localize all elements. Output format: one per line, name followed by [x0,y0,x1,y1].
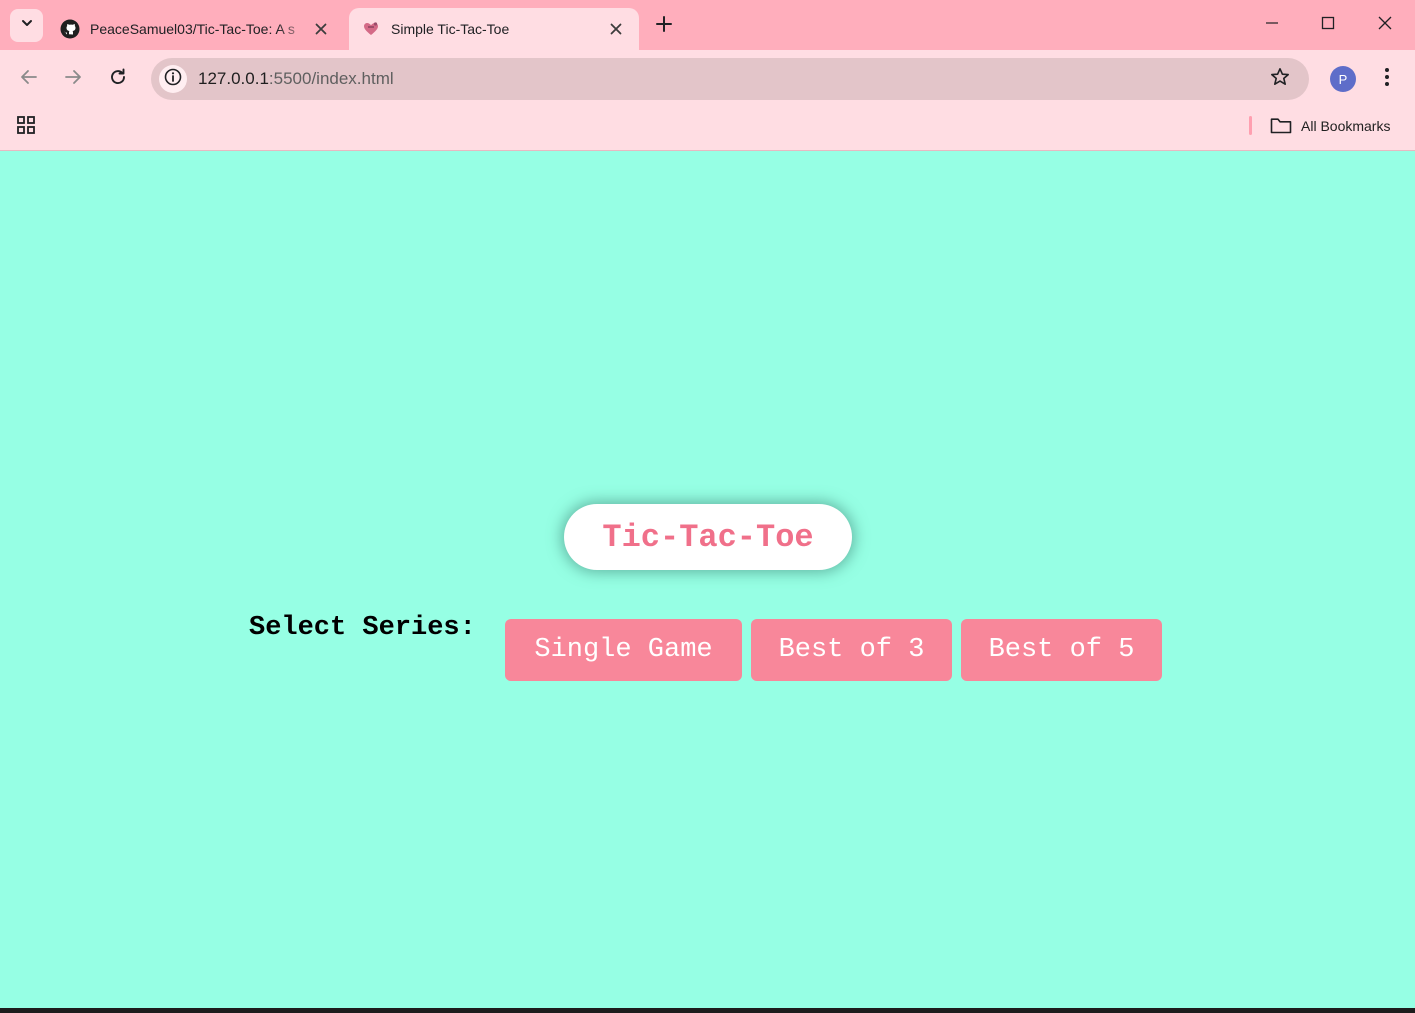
best-of-3-button[interactable]: Best of 3 [751,619,952,681]
chevron-down-icon [20,16,34,35]
maximize-icon [1321,16,1335,35]
best-of-5-button[interactable]: Best of 5 [961,619,1162,681]
star-icon [1270,67,1290,92]
url-path: :5500/index.html [268,69,394,88]
address-bar[interactable]: 127.0.0.1:5500/index.html [151,58,1309,100]
close-tab-icon[interactable] [310,18,332,40]
maximize-button[interactable] [1313,10,1343,40]
apps-grid-icon [16,115,36,140]
more-vertical-icon [1384,67,1390,92]
page-viewport: Tic-Tac-Toe Select Series: Single Game B… [0,151,1415,1010]
all-bookmarks-button[interactable]: All Bookmarks [1270,114,1390,138]
arrow-left-icon [20,68,38,91]
close-window-button[interactable] [1370,10,1400,40]
tab-simple-tic-tac-toe[interactable]: Simple Tic-Tac-Toe [349,8,639,50]
browser-menu-button[interactable] [1375,64,1399,94]
plus-icon [656,13,672,37]
profile-avatar[interactable]: P [1330,66,1356,92]
tab-strip: PeaceSamuel03/Tic-Tac-Toe: A s Simple Ti… [0,0,1415,50]
close-tab-icon[interactable] [605,18,627,40]
url-host: 127.0.0.1 [198,69,269,88]
forward-button[interactable] [58,64,88,94]
window-bottom-edge [0,1008,1415,1013]
series-label: Select Series: [249,613,476,643]
all-bookmarks-label: All Bookmarks [1301,118,1391,134]
site-info-button[interactable] [159,65,187,93]
arrow-right-icon [64,68,82,91]
minimize-icon [1265,16,1279,35]
close-icon [1378,16,1392,35]
reload-button[interactable] [103,64,133,94]
url-text: 127.0.0.1:5500/index.html [198,69,394,89]
info-icon [164,68,182,91]
github-icon [60,19,80,39]
new-tab-button[interactable] [652,13,676,37]
tab-title: Simple Tic-Tac-Toe [391,21,510,37]
single-game-button[interactable]: Single Game [505,619,742,681]
bookmarks-bar: All Bookmarks [0,108,1415,151]
page-title: Tic-Tac-Toe [564,504,852,570]
tab-search-button[interactable] [10,9,43,42]
bookmark-star-button[interactable] [1269,67,1291,92]
bookmarks-divider [1249,116,1252,135]
minimize-button[interactable] [1257,10,1287,40]
tab-github-repo[interactable]: PeaceSamuel03/Tic-Tac-Toe: A s [48,8,344,50]
folder-icon [1270,117,1292,135]
browser-toolbar: 127.0.0.1:5500/index.html P [0,50,1415,108]
browser-window: PeaceSamuel03/Tic-Tac-Toe: A s Simple Ti… [0,0,1415,1010]
back-button[interactable] [14,64,44,94]
reload-icon [109,68,127,91]
apps-grid-button[interactable] [15,115,37,140]
tab-title: PeaceSamuel03/Tic-Tac-Toe: A s [90,21,295,37]
heart-favicon-icon [361,19,381,39]
